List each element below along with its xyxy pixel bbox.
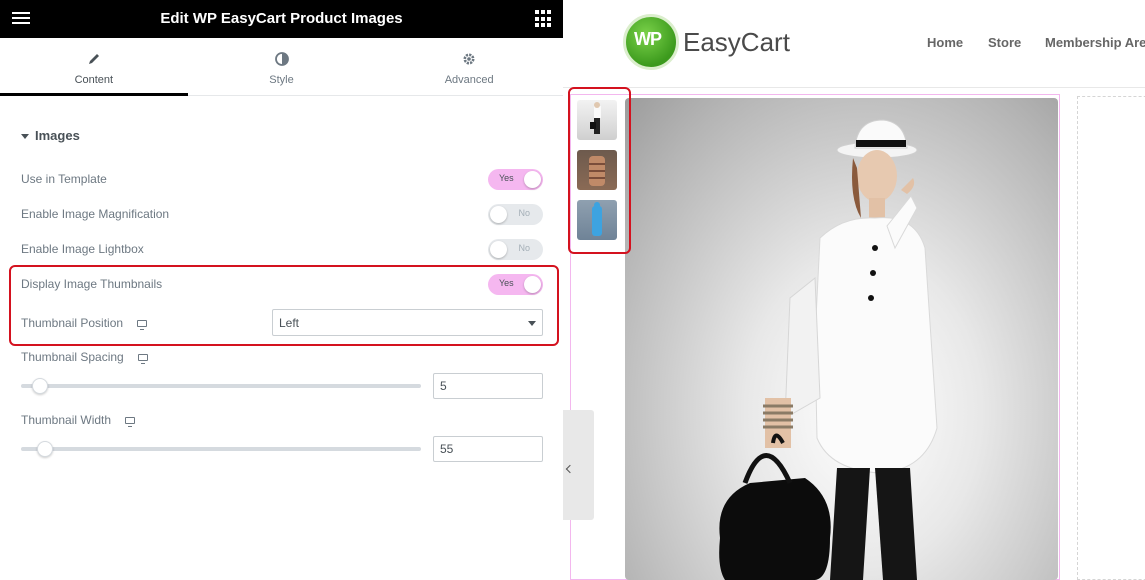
tab-advanced-label: Advanced: [444, 74, 494, 86]
collapse-panel-toggle[interactable]: [563, 410, 594, 520]
image-lightbox-switch[interactable]: No: [488, 239, 543, 260]
use-in-template-label: Use in Template: [21, 172, 107, 186]
widgets-grid-icon[interactable]: [535, 10, 553, 28]
use-in-template-switch[interactable]: Yes: [488, 169, 543, 190]
switch-text: No: [518, 208, 530, 218]
nav-home[interactable]: Home: [927, 35, 963, 50]
editor-panel: Edit WP EasyCart Product Images Content …: [0, 0, 563, 580]
thumbnail-spacing-input[interactable]: 5: [433, 373, 543, 399]
thumbnail-position-value: Left: [279, 316, 300, 330]
switch-text: No: [518, 243, 530, 253]
thumbnail-spacing-handle[interactable]: [32, 378, 48, 394]
section-title: Images: [35, 128, 80, 143]
next-column-placeholder: [1077, 96, 1145, 580]
pencil-icon: [0, 52, 188, 68]
half-circle-icon: [188, 52, 376, 68]
desktop-monitor-icon[interactable]: [137, 354, 148, 365]
switch-text: Yes: [499, 173, 514, 183]
switch-knob: [490, 206, 507, 223]
switch-text: Yes: [499, 278, 514, 288]
switch-knob: [524, 171, 541, 188]
thumbnail-spacing-label: Thumbnail Spacing: [21, 350, 148, 365]
images-section-toggle[interactable]: Images: [21, 128, 80, 143]
image-magnification-label: Enable Image Magnification: [21, 207, 170, 221]
thumbnail-width-input[interactable]: 55: [433, 436, 543, 462]
switch-knob: [524, 276, 541, 293]
thumbnail-spacing-slider[interactable]: [21, 384, 421, 388]
thumbnail-list: [577, 100, 617, 250]
thumbnail-width-label: Thumbnail Width: [21, 413, 136, 428]
panel-tabs: Content Style Advanced: [0, 38, 563, 96]
product-thumbnail[interactable]: [577, 100, 617, 140]
thumbnail-width-text: Thumbnail Width: [21, 413, 112, 427]
logo-badge-text: WP: [634, 29, 662, 49]
image-lightbox-label: Enable Image Lightbox: [21, 242, 144, 256]
desktop-monitor-icon[interactable]: [137, 320, 148, 331]
switch-knob: [490, 241, 507, 258]
gear-icon: [375, 52, 563, 68]
nav-membership-area[interactable]: Membership Area: [1045, 35, 1145, 50]
nav-store[interactable]: Store: [988, 35, 1021, 50]
easycart-logo-icon[interactable]: WP: [623, 14, 679, 70]
panel-title: Edit WP EasyCart Product Images: [160, 10, 403, 27]
site-preview: WP EasyCart Home Store Membership Area: [563, 0, 1145, 580]
chevron-left-icon: [565, 464, 575, 474]
thumbnail-position-label: Thumbnail Position: [21, 316, 148, 331]
product-thumbnail[interactable]: [577, 200, 617, 240]
tab-content-label: Content: [74, 74, 114, 86]
image-magnification-switch[interactable]: No: [488, 204, 543, 225]
product-thumbnail[interactable]: [577, 150, 617, 190]
tab-style[interactable]: Style: [188, 38, 376, 95]
caret-down-icon: [21, 134, 29, 140]
desktop-monitor-icon[interactable]: [125, 417, 136, 428]
main-product-image[interactable]: [625, 98, 1058, 580]
display-thumbnails-switch[interactable]: Yes: [488, 274, 543, 295]
thumbnail-width-handle[interactable]: [37, 441, 53, 457]
dropdown-arrow-icon: [528, 321, 536, 326]
site-header: WP EasyCart Home Store Membership Area: [563, 0, 1145, 88]
thumbnail-width-slider[interactable]: [21, 447, 421, 451]
logo-text: EasyCart: [683, 27, 790, 57]
tab-content[interactable]: Content: [0, 38, 188, 96]
panel-header: Edit WP EasyCart Product Images: [0, 0, 563, 38]
display-thumbnails-label: Display Image Thumbnails: [21, 277, 163, 291]
thumbnail-spacing-text: Thumbnail Spacing: [21, 350, 124, 364]
thumbnail-position-select[interactable]: Left: [272, 309, 543, 336]
tab-advanced[interactable]: Advanced: [375, 38, 563, 95]
tab-style-label: Style: [269, 74, 294, 86]
thumbnail-position-text: Thumbnail Position: [21, 316, 124, 330]
images-section: Images Use in Template Yes Enable Image …: [0, 96, 563, 580]
